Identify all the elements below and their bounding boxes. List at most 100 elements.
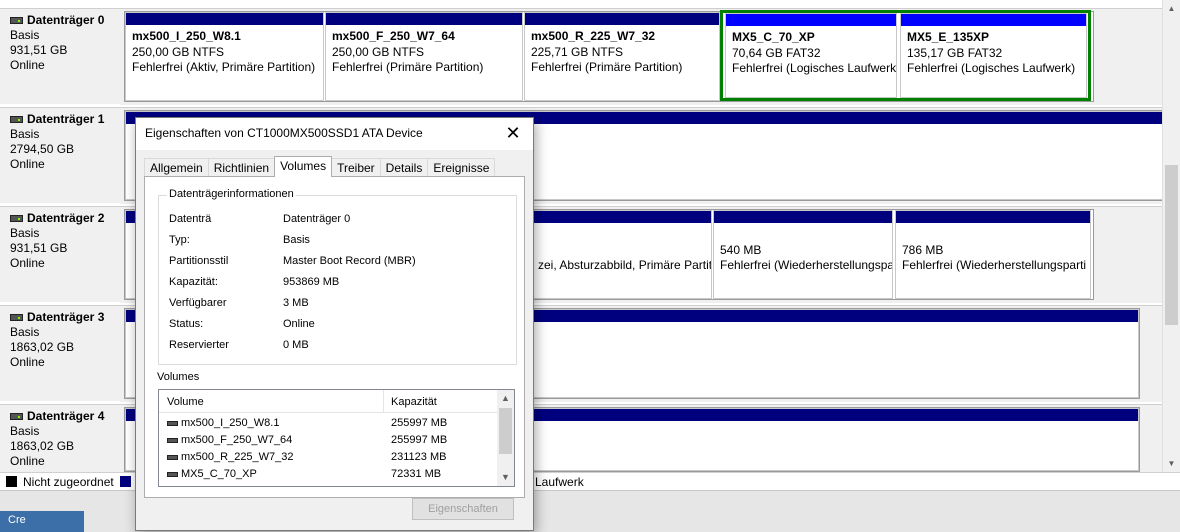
partition-name: MX5_C_70_XP (732, 30, 815, 44)
scroll-up-arrow-icon[interactable]: ▲ (497, 390, 514, 407)
disk-name: Datenträger 4 (10, 409, 120, 424)
disk-name-text: Datenträger 4 (27, 409, 105, 423)
disk-name: Datenträger 1 (10, 112, 120, 127)
disk-type: Basis (10, 424, 40, 438)
tab-treiber[interactable]: Treiber (331, 158, 381, 177)
tab-details[interactable]: Details (379, 158, 429, 177)
partition-bar (726, 14, 896, 26)
list-item[interactable]: MX5_C_70_XP 72331 MB (159, 466, 498, 483)
info-key: Kapazität: (169, 276, 218, 288)
disk-icon (10, 413, 23, 420)
drive-icon (167, 437, 178, 443)
volume-name: mx500_R_225_W7_32 (181, 451, 294, 463)
volumes-list[interactable]: Volume Kapazität mx500_I_250_W8.1 255997… (158, 389, 515, 487)
tab-volumes[interactable]: Volumes (274, 156, 333, 177)
tab-strip: Allgemein Richtlinien Volumes Treiber De… (144, 156, 496, 177)
scrollbar-thumb[interactable] (1165, 165, 1178, 325)
list-scrollbar[interactable]: ▲ ▼ (497, 390, 514, 486)
partition[interactable]: 540 MB Fehlerfrei (Wiederherstellungspa (713, 210, 893, 299)
partition-status: Fehlerfrei (Wiederherstellungsparti (902, 258, 1087, 272)
disk-status: Online (10, 454, 45, 468)
disk-icon (10, 314, 23, 321)
disk-info-group: Datenträgerinformationen Datenträ Datentr… (158, 188, 517, 365)
info-key: Partitionsstil (169, 255, 229, 267)
partition[interactable]: MX5_C_70_XP 70,64 GB FAT32 Fehlerfrei (Log… (725, 13, 897, 98)
partition[interactable]: mx500_F_250_W7_64 250,00 GB NTFS Fehlerfre… (325, 12, 523, 101)
partition-status: Fehlerfrei (Primäre Partition) (332, 60, 484, 74)
list-scrollbar-thumb[interactable] (499, 408, 512, 454)
partition[interactable]: MX5_E_135XP 135,17 GB FAT32 Fehlerfrei (Lo… (900, 13, 1087, 98)
disk-name-text: Datenträger 0 (27, 13, 105, 27)
tab-richtlinien[interactable]: Richtlinien (207, 158, 276, 177)
main-scrollbar[interactable]: ▲ ▼ (1162, 0, 1180, 472)
info-value: Datenträger 0 (283, 213, 351, 225)
partition-bar (901, 14, 1086, 26)
info-value: Online (283, 318, 315, 330)
disk-icon (10, 17, 23, 24)
partition-bar (126, 13, 323, 25)
list-item[interactable]: mx500_R_225_W7_32 231123 MB (159, 449, 498, 466)
properties-button[interactable]: Eigenschaften (412, 498, 514, 520)
partition-status: Fehlerfrei (Logisches Laufwerk) (907, 61, 1076, 75)
disk-type: Basis (10, 127, 40, 141)
close-icon[interactable]: ✕ (501, 122, 525, 146)
list-item[interactable]: mx500_I_250_W8.1 255997 MB (159, 415, 498, 432)
disk-size: 1863,02 GB (10, 340, 75, 354)
partition-bar (525, 13, 719, 25)
partition-bar (714, 211, 892, 223)
disk-size: 931,51 GB (10, 241, 68, 255)
column-separator[interactable] (383, 390, 384, 412)
extended-partition-selected[interactable]: MX5_C_70_XP 70,64 GB FAT32 Fehlerfrei (Log… (720, 10, 1091, 101)
partition-status: Fehlerfrei (Wiederherstellungspa (720, 258, 892, 272)
dialog-title: Eigenschaften von CT1000MX500SSD1 ATA De… (145, 126, 423, 140)
partition-status: Fehlerfrei (Primäre Partition) (531, 60, 683, 74)
partition[interactable]: 786 MB Fehlerfrei (Wiederherstellungspart… (895, 210, 1091, 299)
disk-label-0[interactable]: Datenträger 0 Basis 931,51 GB Online (0, 8, 120, 104)
dialog-titlebar[interactable]: Eigenschaften von CT1000MX500SSD1 ATA De… (136, 118, 533, 150)
partition[interactable]: mx500_R_225_W7_32 225,71 GB NTFS Fehlerfre… (524, 12, 720, 101)
disk-label-4[interactable]: Datenträger 4 Basis 1863,02 GB Online (0, 404, 120, 472)
group-title: Datenträgerinformationen (167, 188, 296, 200)
info-value: Basis (283, 234, 310, 246)
disk-status: Online (10, 355, 45, 369)
scroll-up-arrow-icon[interactable]: ▲ (1163, 0, 1180, 17)
disk-label-1[interactable]: Datenträger 1 Basis 2794,50 GB Online (0, 107, 120, 203)
drive-icon (167, 420, 178, 426)
partition-status: Fehlerfrei (Aktiv, Primäre Partition) (132, 60, 316, 74)
list-item[interactable]: mx500_F_250_W7_64 255997 MB (159, 432, 498, 449)
disk-strip-0: mx500_I_250_W8.1 250,00 GB NTFS Fehlerfrei… (124, 10, 1094, 102)
tab-allgemein[interactable]: Allgemein (144, 158, 209, 177)
partition-bar (896, 211, 1090, 223)
volume-name: MX5_C_70_XP (181, 468, 257, 480)
partition-size: 250,00 GB NTFS (332, 44, 425, 59)
scroll-down-arrow-icon[interactable]: ▼ (497, 469, 514, 486)
disk-size: 1863,02 GB (10, 439, 75, 453)
info-value: Master Boot Record (MBR) (283, 255, 416, 267)
disk-icon (10, 116, 23, 123)
disk-label-2[interactable]: Datenträger 2 Basis 931,51 GB Online (0, 206, 120, 302)
volume-name-cell: mx500_F_250_W7_64 (167, 434, 292, 446)
disk-label-3[interactable]: Datenträger 3 Basis 1863,02 GB Online (0, 305, 120, 401)
disk-name: Datenträger 0 (10, 13, 120, 28)
tab-ereignisse[interactable]: Ereignisse (427, 158, 496, 177)
volume-capacity: 255997 MB (391, 417, 448, 429)
partition-size: 250,00 GB NTFS (132, 44, 225, 59)
disk-name-text: Datenträger 2 (27, 211, 105, 225)
column-header-capacity[interactable]: Kapazität (391, 396, 437, 408)
volume-capacity: 255997 MB (391, 434, 448, 446)
scroll-down-arrow-icon[interactable]: ▼ (1163, 455, 1180, 472)
disk-name: Datenträger 2 (10, 211, 120, 226)
partition[interactable]: mx500_I_250_W8.1 250,00 GB NTFS Fehlerfrei… (125, 12, 324, 101)
partition-name: mx500_F_250_W7_64 (332, 29, 455, 43)
column-header-volume[interactable]: Volume (167, 396, 204, 408)
disk-name-text: Datenträger 3 (27, 310, 105, 324)
volume-name-cell: mx500_R_225_W7_32 (167, 451, 294, 463)
taskbar-app[interactable]: Cre (0, 511, 84, 532)
tab-page-volumes: Datenträgerinformationen Datenträ Datentr… (144, 176, 525, 498)
info-key: Datenträ (169, 213, 212, 225)
disk-status: Online (10, 157, 45, 171)
info-key: Status: (169, 318, 204, 330)
volumes-label: Volumes (157, 371, 200, 383)
partition-size: 225,71 GB NTFS (531, 44, 624, 59)
info-key: Verfügbarer (169, 297, 227, 309)
